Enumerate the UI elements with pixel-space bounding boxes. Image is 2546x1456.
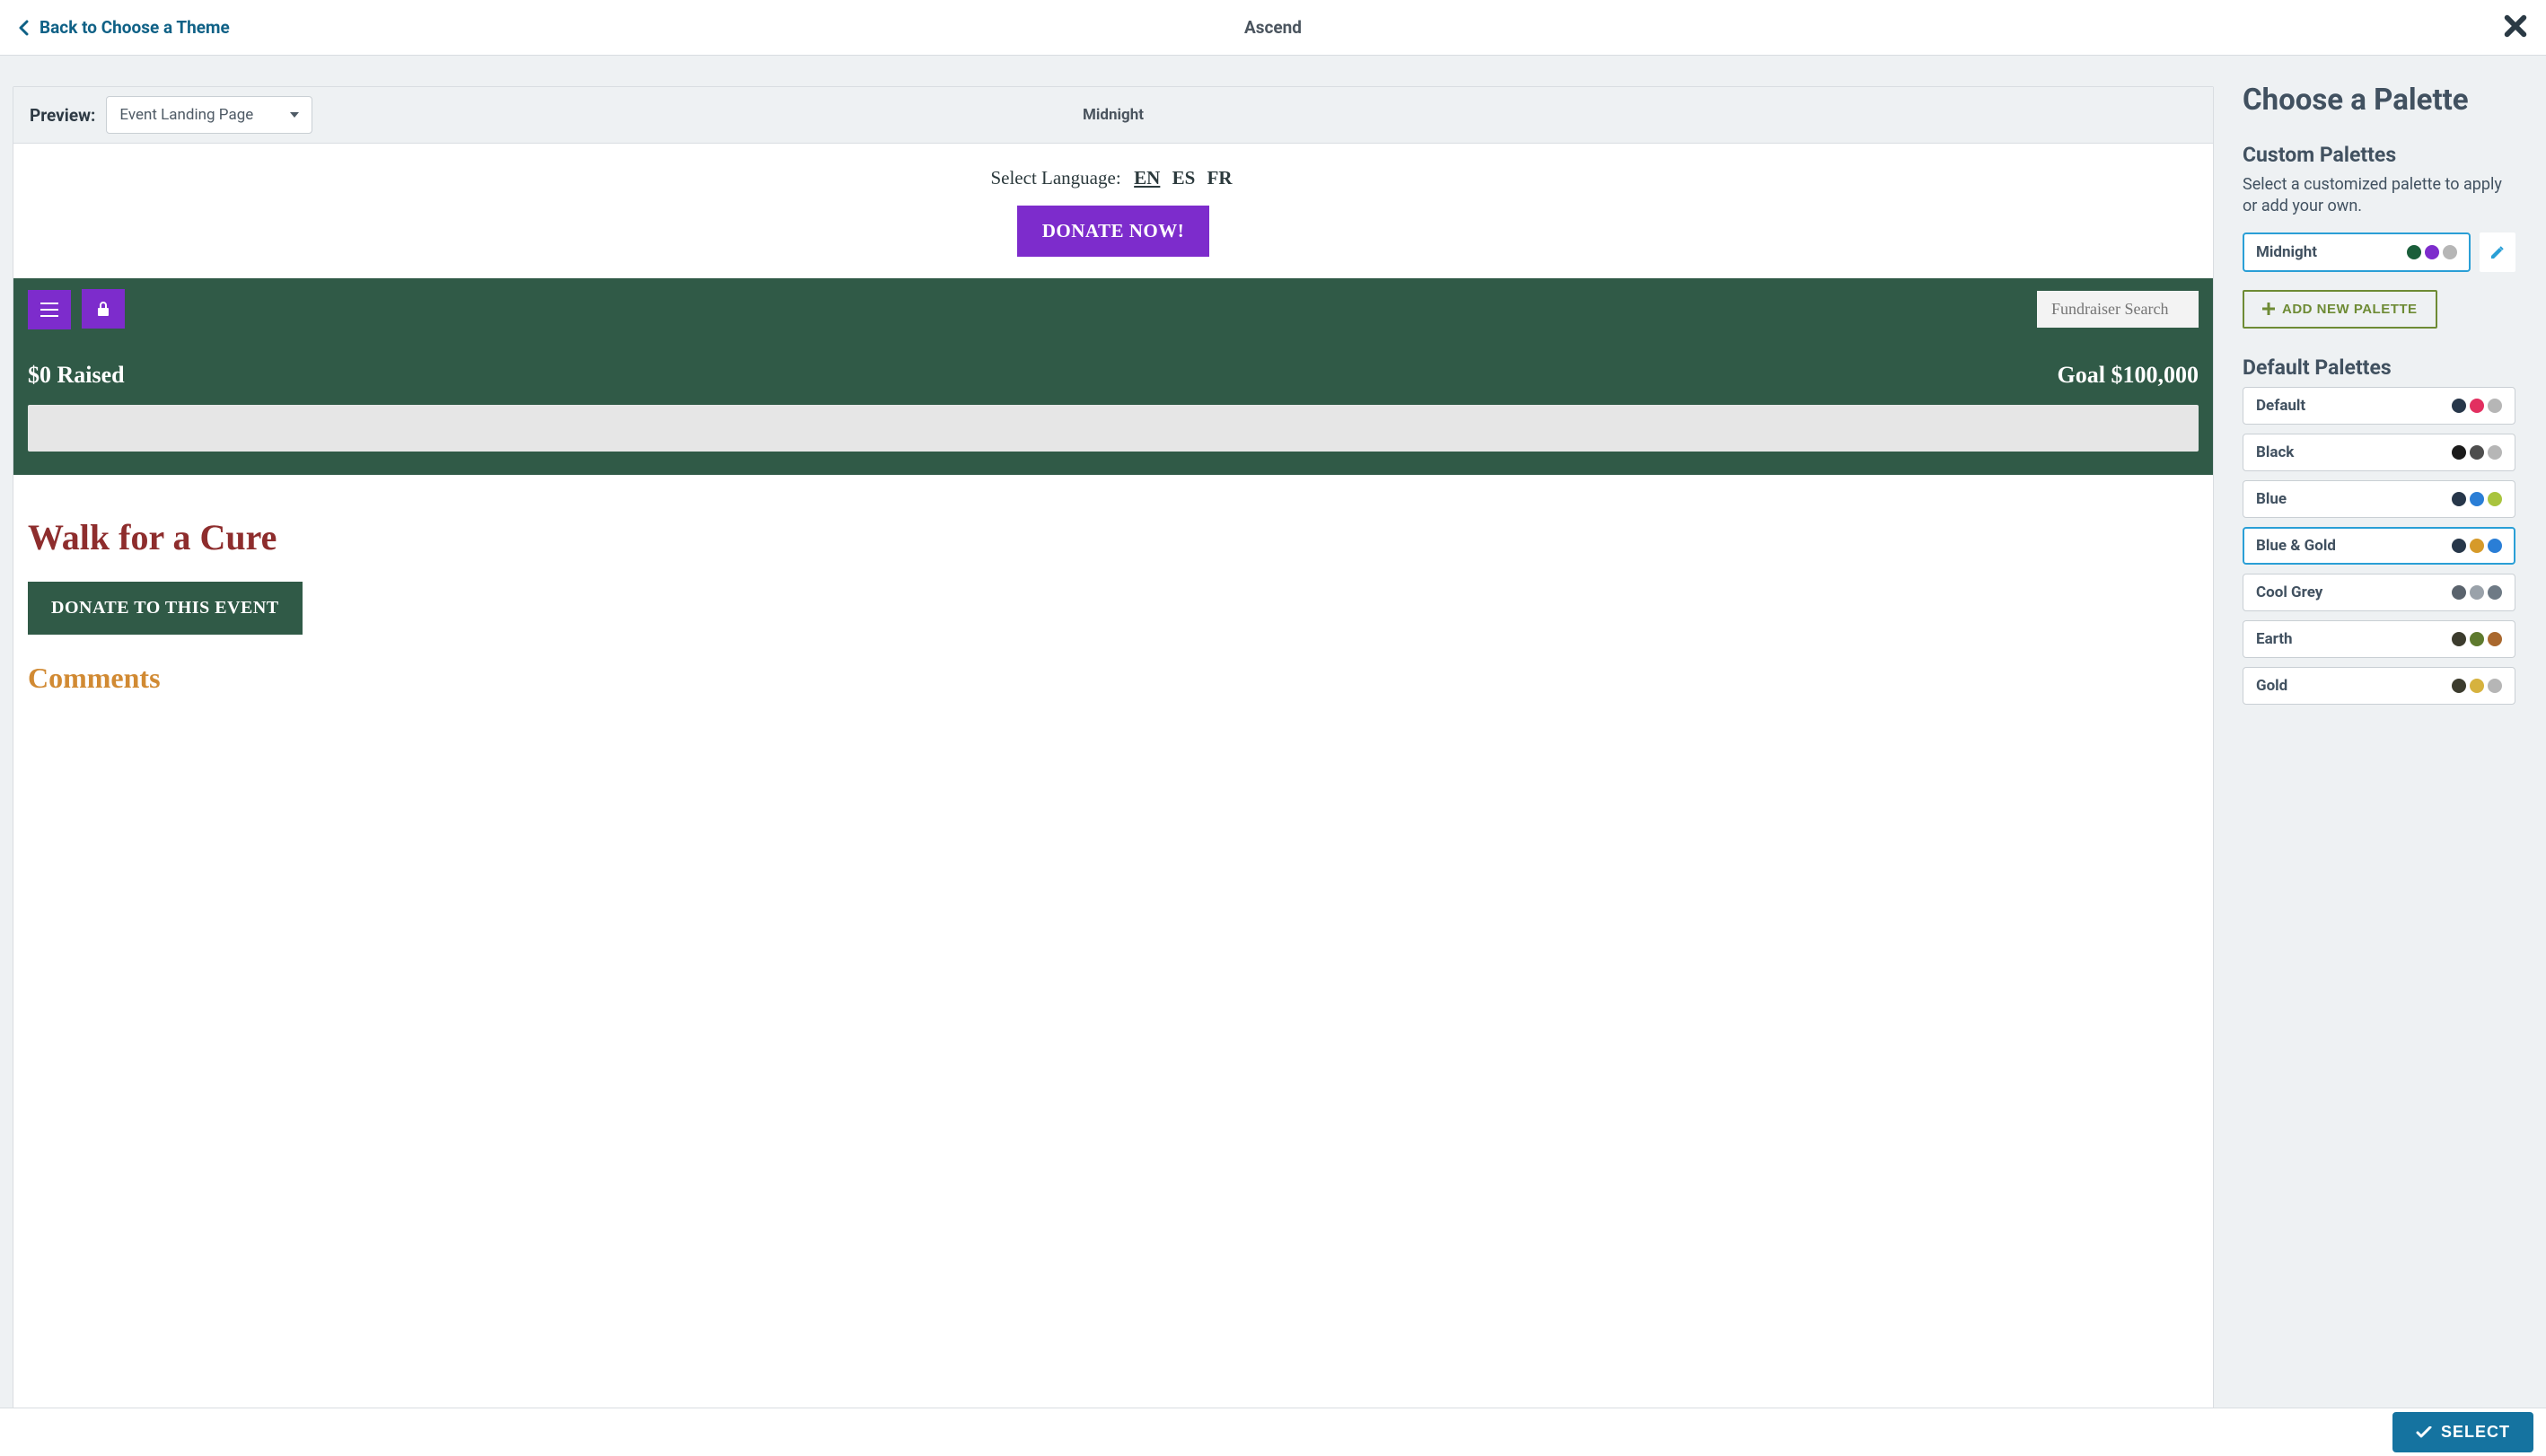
swatch xyxy=(2470,492,2484,506)
palette-item-name: Cool Grey xyxy=(2256,583,2322,601)
palette-item[interactable]: Midnight xyxy=(2243,232,2471,272)
back-link[interactable]: Back to Choose a Theme xyxy=(18,17,230,38)
swatch xyxy=(2488,632,2502,646)
donate-event-button[interactable]: DONATE TO THIS EVENT xyxy=(28,582,303,635)
comments-heading: Comments xyxy=(13,635,2213,731)
plus-icon xyxy=(2262,303,2275,315)
lang-en[interactable]: EN xyxy=(1134,167,1160,189)
palette-swatches xyxy=(2452,492,2502,506)
swatch xyxy=(2488,445,2502,460)
custom-palettes-heading: Custom Palettes xyxy=(2243,143,2515,167)
swatch xyxy=(2452,539,2466,553)
swatch xyxy=(2407,245,2421,259)
add-palette-button[interactable]: ADD NEW PALETTE xyxy=(2243,290,2437,329)
palette-item-name: Default xyxy=(2256,397,2305,415)
swatch xyxy=(2470,399,2484,413)
swatch xyxy=(2443,245,2457,259)
language-label: Select Language: xyxy=(990,167,1120,189)
hamburger-icon xyxy=(40,303,58,317)
select-button[interactable]: SELECT xyxy=(2392,1412,2533,1452)
language-row: Select Language: EN ES FR xyxy=(13,144,2213,206)
swatch xyxy=(2452,585,2466,600)
progress-bar xyxy=(28,405,2199,452)
swatch xyxy=(2488,399,2502,413)
palette-item-name: Black xyxy=(2256,443,2294,461)
palette-item-name: Gold xyxy=(2256,677,2287,695)
event-title: Walk for a Cure xyxy=(13,475,2213,578)
custom-palettes-desc: Select a customized palette to apply or … xyxy=(2243,174,2515,218)
swatch xyxy=(2470,632,2484,646)
theme-name: Ascend xyxy=(1244,17,1302,38)
swatch xyxy=(2470,445,2484,460)
palette-item[interactable]: Blue xyxy=(2243,480,2515,518)
pencil-icon xyxy=(2489,244,2506,260)
palette-item[interactable]: Earth xyxy=(2243,620,2515,658)
palette-item-name: Midnight xyxy=(2256,243,2317,261)
swatch xyxy=(2470,679,2484,693)
donate-now-button[interactable]: DONATE NOW! xyxy=(1017,206,1210,257)
swatch xyxy=(2470,539,2484,553)
palette-swatches xyxy=(2407,245,2457,259)
close-icon xyxy=(2503,13,2528,39)
palette-item[interactable]: Cool Grey xyxy=(2243,574,2515,611)
palette-item-name: Earth xyxy=(2256,630,2293,648)
lock-icon xyxy=(97,301,110,317)
swatch xyxy=(2488,492,2502,506)
swatch xyxy=(2470,585,2484,600)
check-icon xyxy=(2416,1426,2432,1439)
preview-select-value: Event Landing Page xyxy=(119,106,253,124)
swatch xyxy=(2452,679,2466,693)
swatch xyxy=(2488,585,2502,600)
select-button-label: SELECT xyxy=(2441,1423,2510,1442)
swatch xyxy=(2452,632,2466,646)
default-palettes-heading: Default Palettes xyxy=(2243,355,2515,380)
chevron-left-icon xyxy=(18,20,29,36)
event-banner: $0 Raised Goal $100,000 xyxy=(13,278,2213,475)
menu-button[interactable] xyxy=(28,290,71,329)
preview-palette-name: Midnight xyxy=(1083,106,1144,124)
palette-item[interactable]: Blue & Gold xyxy=(2243,527,2515,565)
palette-item[interactable]: Gold xyxy=(2243,667,2515,705)
palette-swatches xyxy=(2452,445,2502,460)
lang-fr[interactable]: FR xyxy=(1207,167,1233,189)
back-link-label: Back to Choose a Theme xyxy=(40,17,230,38)
palette-swatches xyxy=(2452,539,2502,553)
raised-amount: $0 Raised xyxy=(28,362,125,389)
swatch xyxy=(2452,399,2466,413)
palette-item-name: Blue & Gold xyxy=(2256,537,2336,555)
preview-label: Preview: xyxy=(30,105,95,126)
palette-swatches xyxy=(2452,632,2502,646)
fundraiser-search-input[interactable] xyxy=(2037,291,2199,328)
palette-swatches xyxy=(2452,679,2502,693)
close-button[interactable] xyxy=(2503,13,2528,42)
palette-item[interactable]: Black xyxy=(2243,434,2515,471)
swatch xyxy=(2488,539,2502,553)
palette-item[interactable]: Default xyxy=(2243,387,2515,425)
swatch xyxy=(2425,245,2439,259)
swatch xyxy=(2488,679,2502,693)
preview-page-select[interactable]: Event Landing Page xyxy=(106,96,312,134)
palette-swatches xyxy=(2452,399,2502,413)
palette-heading: Choose a Palette xyxy=(2243,83,2515,118)
preview-scroll[interactable]: Select Language: EN ES FR DONATE NOW! xyxy=(13,144,2213,1455)
palette-item-name: Blue xyxy=(2256,490,2287,508)
lang-es[interactable]: ES xyxy=(1172,167,1196,189)
goal-amount: Goal $100,000 xyxy=(2058,362,2199,389)
swatch xyxy=(2452,492,2466,506)
edit-palette-button[interactable] xyxy=(2480,232,2515,272)
add-palette-label: ADD NEW PALETTE xyxy=(2282,302,2418,317)
palette-swatches xyxy=(2452,585,2502,600)
lock-button[interactable] xyxy=(82,289,125,329)
swatch xyxy=(2452,445,2466,460)
